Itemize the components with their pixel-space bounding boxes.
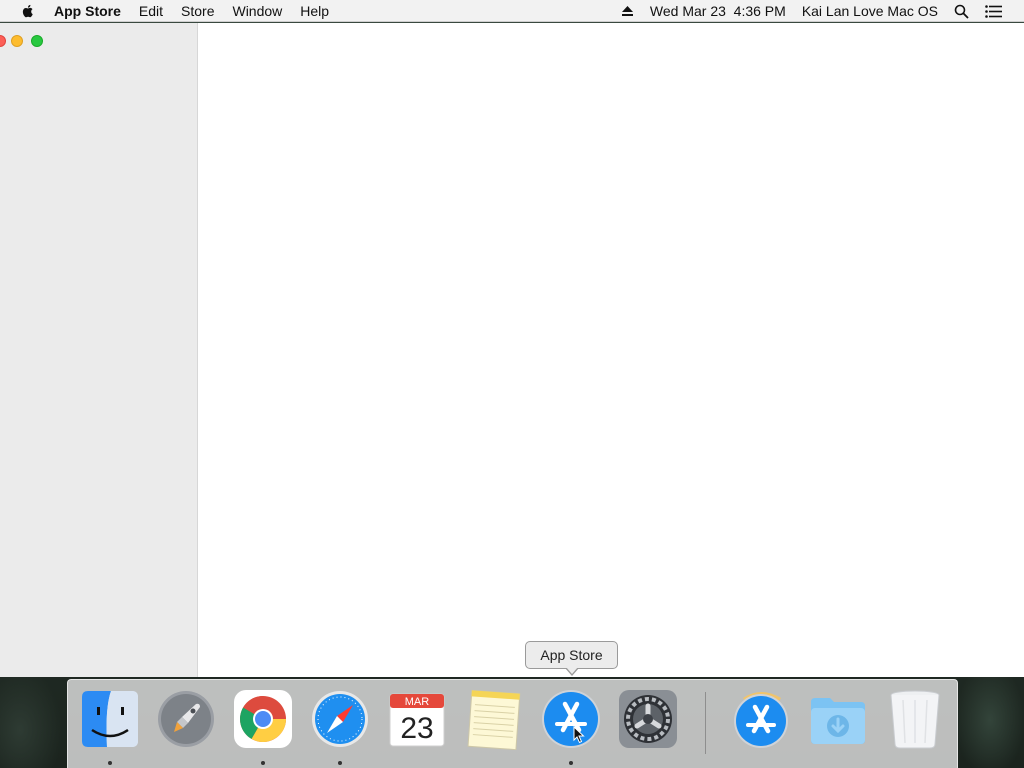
dock: MAR 23 [67, 679, 958, 768]
dock-item-downloads[interactable] [806, 688, 870, 754]
downloads-folder-icon [811, 698, 865, 744]
menu-bar: App Store Edit Store Window Help Wed Mar… [0, 0, 1024, 22]
menu-help[interactable]: Help [300, 3, 329, 19]
dock-item-launchpad[interactable] [154, 688, 218, 754]
notification-center-icon[interactable] [985, 4, 1002, 18]
close-button[interactable] [0, 35, 6, 47]
dock-item-safari[interactable] [308, 688, 372, 765]
clock-date: Wed Mar 23 [649, 3, 726, 19]
mouse-cursor-icon [573, 726, 585, 744]
dock-item-system-preferences[interactable] [616, 688, 680, 754]
clock-time: 4:36 PM [733, 3, 786, 19]
app-store-installer-icon [734, 692, 788, 748]
app-store-icon [542, 690, 600, 748]
safari-icon [312, 691, 368, 747]
dock-item-app-store[interactable] [539, 688, 603, 765]
dock-item-trash[interactable] [883, 688, 947, 754]
dock-item-calendar[interactable]: MAR 23 [385, 688, 449, 754]
calendar-icon: MAR 23 [389, 693, 445, 747]
running-indicator [569, 761, 573, 765]
minimize-button[interactable] [11, 35, 23, 47]
menu-window[interactable]: Window [232, 3, 282, 19]
running-indicator [338, 761, 342, 765]
apple-icon[interactable] [20, 3, 36, 19]
trash-icon [890, 690, 940, 749]
menu-user-name[interactable]: Kai Lan Love Mac OS [802, 3, 938, 19]
dock-item-app-store-installer[interactable] [729, 688, 793, 754]
dock-item-notes[interactable] [462, 688, 526, 754]
launchpad-icon [158, 691, 214, 747]
spotlight-search-icon[interactable] [954, 4, 969, 19]
chrome-icon [234, 690, 292, 748]
eject-icon[interactable] [621, 5, 634, 17]
running-indicator [108, 761, 112, 765]
dock-item-finder[interactable] [78, 688, 142, 765]
dock-separator [705, 692, 706, 754]
dock-tooltip: App Store [525, 641, 618, 669]
calendar-day: 23 [400, 712, 433, 745]
menu-edit[interactable]: Edit [139, 3, 163, 19]
sidebar [0, 23, 198, 677]
menu-app-name[interactable]: App Store [54, 3, 121, 19]
dock-item-chrome[interactable] [231, 688, 295, 765]
finder-icon [82, 691, 138, 747]
menu-clock[interactable]: Wed Mar 23 4:36 PM [650, 3, 786, 19]
running-indicator [261, 761, 265, 765]
system-preferences-icon [619, 690, 677, 748]
notes-icon [467, 689, 521, 750]
app-store-window [0, 23, 1024, 677]
tooltip-arrow-fill [566, 667, 578, 674]
menu-store[interactable]: Store [181, 3, 214, 19]
calendar-month: MAR [405, 696, 430, 708]
main-content [199, 23, 1024, 677]
menu-extras: Wed Mar 23 4:36 PM Kai Lan Love Mac OS [621, 0, 1024, 22]
zoom-button[interactable] [31, 35, 43, 47]
